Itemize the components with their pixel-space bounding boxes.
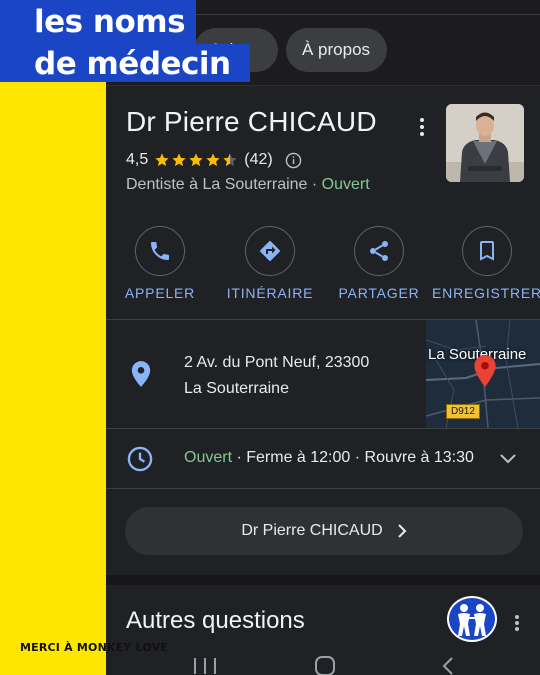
profile-label: Dr Pierre CHICAUD (241, 522, 383, 539)
share-button-circle[interactable] (354, 226, 404, 276)
directions-button[interactable]: ITINÉRAIRE (215, 226, 325, 301)
recent-apps-icon[interactable] (194, 658, 216, 674)
people-logo-icon (458, 604, 486, 636)
directions-label: ITINÉRAIRE (226, 285, 314, 301)
call-button[interactable]: APPELER (106, 226, 215, 301)
map-marker-icon (474, 355, 496, 387)
maps-place-screen: Avis À propos Dr Pierre CHICAUD 4,5 (42)… (106, 0, 540, 675)
credit-text: MERCI À MONKEY LOVE (20, 641, 169, 654)
home-icon[interactable] (315, 656, 335, 675)
profile-button[interactable]: Dr Pierre CHICAUD (125, 507, 523, 555)
directions-icon (260, 241, 280, 261)
section-title: Autres questions (126, 607, 305, 634)
chevron-down-icon[interactable] (498, 451, 518, 465)
separator: · (307, 176, 322, 193)
caption-line-2: de médecin (34, 46, 231, 82)
android-nav-bar (106, 646, 540, 675)
section-gap (106, 575, 540, 585)
phone-icon (151, 242, 169, 260)
share-icon (370, 241, 388, 261)
star-icon (189, 153, 203, 167)
location-pin-icon (131, 361, 151, 387)
rating-value: 4,5 (126, 151, 149, 168)
address-text: 2 Av. du Pont Neuf, 23300 La Souterraine (184, 350, 369, 402)
star-rating (154, 152, 239, 168)
hours-open-status: Ouvert (184, 449, 233, 466)
caption-line-1: les noms (34, 4, 186, 40)
brand-logo (447, 596, 497, 642)
rating-row[interactable]: 4,5 (42) (126, 150, 302, 170)
save-label: ENREGISTRER (432, 285, 540, 301)
share-label: PARTAGER (338, 285, 420, 301)
yellow-band (0, 0, 106, 675)
save-button[interactable]: ENREGISTRER (432, 226, 540, 301)
place-title: Dr Pierre CHICAUD (126, 106, 377, 137)
place-category: Dentiste à La Souterraine (126, 176, 308, 193)
call-label: APPELER (124, 285, 196, 301)
hours-detail: · Ferme à 12:00 · Rouvre à 13:30 (232, 449, 474, 466)
divider (106, 488, 540, 489)
road-shield: D912 (446, 404, 480, 419)
chevron-right-icon (397, 524, 407, 538)
person-photo (446, 104, 524, 182)
place-photo[interactable] (446, 104, 524, 182)
star-icon (172, 153, 186, 167)
section-more-icon[interactable] (512, 612, 522, 634)
call-button-circle[interactable] (135, 226, 185, 276)
share-button[interactable]: PARTAGER (324, 226, 434, 301)
save-button-circle[interactable] (462, 226, 512, 276)
category-row: Dentiste à La Souterraine · Ouvert (126, 176, 370, 194)
star-icon (206, 153, 220, 167)
star-icon (155, 153, 169, 167)
tab-about[interactable]: À propos (286, 28, 387, 72)
info-icon[interactable] (285, 152, 302, 169)
address-line-1: 2 Av. du Pont Neuf, 23300 (184, 354, 370, 371)
directions-button-circle[interactable] (245, 226, 295, 276)
address-line-2: La Souterraine (184, 380, 289, 397)
hours-row[interactable]: Ouvert · Ferme à 12:00 · Rouvre à 13:30 (106, 429, 540, 488)
review-count: (42) (244, 151, 273, 168)
clock-icon (127, 446, 153, 472)
half-star-icon (223, 153, 237, 167)
more-options-icon[interactable] (414, 114, 430, 140)
open-status: Ouvert (321, 176, 370, 193)
action-buttons: APPELER ITINÉRAIRE PARTAGER ENREGISTRER (106, 226, 540, 306)
bookmark-icon (480, 241, 494, 261)
map-thumbnail[interactable]: La Souterraine D912 (426, 320, 540, 428)
hours-text: Ouvert · Ferme à 12:00 · Rouvre à 13:30 (184, 449, 474, 467)
back-icon[interactable] (440, 656, 456, 675)
